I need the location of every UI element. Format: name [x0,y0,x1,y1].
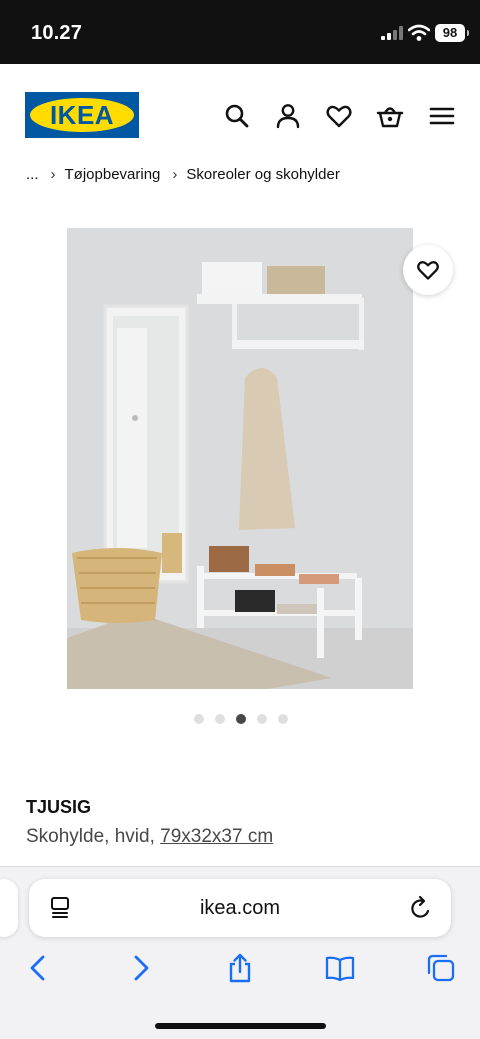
chevron-right-icon: › [172,166,178,183]
heart-icon [417,261,439,280]
status-bar: 10.27 98 [0,0,480,64]
carousel-dots [194,714,288,724]
forward-icon[interactable] [126,953,156,983]
address-text[interactable]: ikea.com [29,897,451,920]
back-icon[interactable] [23,953,53,983]
basket-icon[interactable] [376,102,404,130]
address-bar[interactable]: ikea.com [29,879,451,937]
reload-icon[interactable] [409,895,433,921]
share-icon[interactable] [225,953,255,983]
favorite-button[interactable] [403,245,453,295]
product-dimensions-link[interactable]: 79x32x37 cm [160,826,273,847]
user-icon[interactable] [274,102,302,130]
product-description-text: Skohylde, hvid, [26,826,161,847]
breadcrumb-item-skoreoler[interactable]: Skoreoler og skohylder [186,166,339,183]
product-description: Skohylde, hvid, 79x32x37 cm [26,826,273,848]
wifi-icon [408,24,430,41]
battery-indicator: 98 [435,24,469,42]
carousel-dot[interactable] [215,714,225,724]
carousel-dot[interactable] [236,714,246,724]
previous-tab-edge[interactable] [0,879,18,937]
heart-icon[interactable] [325,102,353,130]
menu-icon[interactable] [428,102,456,130]
carousel-dot[interactable] [194,714,204,724]
tabs-icon[interactable] [426,953,456,983]
status-time: 10.27 [31,22,83,44]
product-image[interactable] [67,228,413,689]
search-icon[interactable] [223,102,251,130]
bookmarks-icon[interactable] [325,953,355,983]
carousel-dot[interactable] [278,714,288,724]
cellular-signal-icon [381,26,403,40]
ikea-logo[interactable]: IKEA [25,92,139,138]
logo-text: IKEA [49,100,115,130]
breadcrumb-ellipsis[interactable]: ... [26,166,39,183]
chevron-right-icon: › [50,166,56,183]
site-header: IKEA [0,64,480,174]
breadcrumb-item-tojopbevaring[interactable]: Tøjopbevaring [65,166,161,183]
carousel-dot[interactable] [257,714,267,724]
home-indicator [155,1023,326,1029]
breadcrumb: ... › Tøjopbevaring › Skoreoler og skohy… [26,166,340,183]
browser-toolbar: ikea.com [0,866,480,1039]
product-name: TJUSIG [26,797,92,817]
